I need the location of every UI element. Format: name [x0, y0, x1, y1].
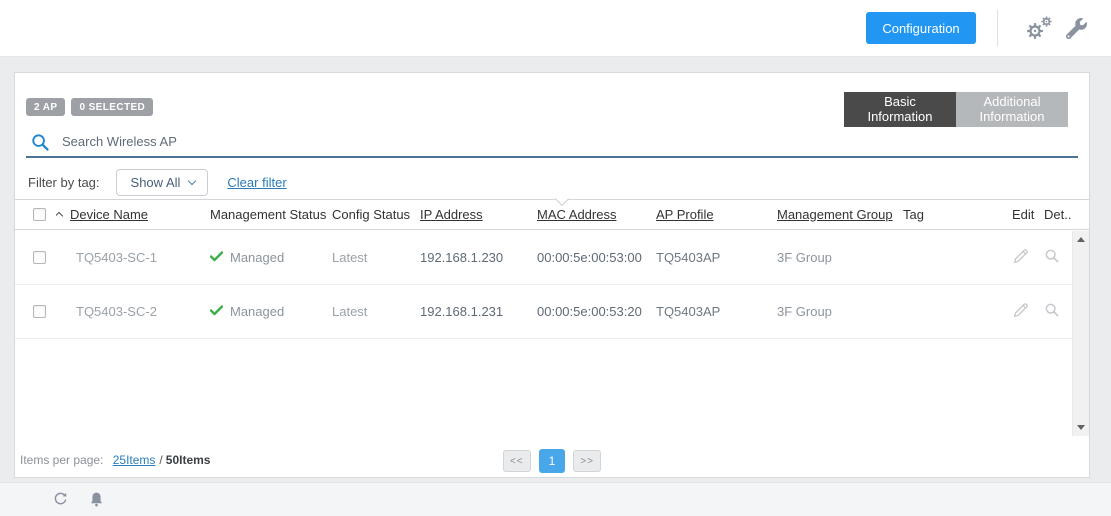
table-body: TQ5403-SC-1ManagedLatest192.168.1.23000:…: [15, 231, 1089, 436]
prev-page-button[interactable]: <<: [503, 450, 531, 472]
column-label: AP Profile: [656, 207, 714, 222]
tab-basic-information[interactable]: Basic Information: [844, 92, 956, 127]
column-header-ip_address[interactable]: IP Address: [420, 207, 537, 222]
filter-by-tag-label: Filter by tag:: [28, 175, 100, 190]
cell-config_status: Latest: [332, 250, 420, 265]
tab-additional-information[interactable]: Additional Information: [956, 92, 1068, 127]
scroll-up-arrow[interactable]: [1073, 231, 1089, 248]
vertical-scrollbar[interactable]: [1072, 231, 1089, 436]
toolbar-divider: [997, 10, 998, 46]
cell-ap_profile: TQ5403AP: [656, 304, 777, 319]
ap-count-badges: 2 AP 0 SELECTED: [26, 98, 159, 116]
details-magnifier-icon: [1044, 302, 1060, 321]
row-checkbox[interactable]: [33, 305, 46, 318]
column-label: Tag: [903, 207, 924, 222]
column-label: Det...: [1044, 207, 1072, 222]
cell-management_status: Managed: [210, 304, 332, 319]
details-magnifier-icon: [1044, 248, 1060, 267]
column-label: Config Status: [332, 207, 410, 222]
details-button[interactable]: [1044, 248, 1072, 267]
cell-device_name: TQ5403-SC-2: [56, 304, 210, 319]
cell-select: [15, 305, 56, 318]
column-header-ap_profile[interactable]: AP Profile: [656, 207, 777, 222]
column-header-select: [15, 208, 56, 221]
cell-management_group: 3F Group: [777, 304, 903, 319]
cell-management_group: 3F Group: [777, 250, 903, 265]
cell-select: [15, 251, 56, 264]
count-badge: 0 SELECTED: [71, 98, 153, 116]
row-checkbox[interactable]: [33, 251, 46, 264]
cell-ip_address: 192.168.1.231: [420, 304, 537, 319]
chevron-down-icon: [188, 176, 196, 184]
pagination-row: Items per page: 25Items/50Items << 1 >>: [15, 447, 1089, 477]
search-icon: [31, 133, 50, 155]
managed-check-icon: [210, 250, 223, 265]
column-header-mac_address[interactable]: MAC Address: [537, 207, 656, 222]
column-header-management_group[interactable]: Management Group: [777, 207, 903, 222]
search-input[interactable]: [62, 130, 1078, 154]
wireless-ap-panel: 2 AP 0 SELECTED Basic InformationAddition…: [14, 72, 1090, 478]
cell-device_name: TQ5403-SC-1: [56, 250, 210, 265]
scroll-down-arrow[interactable]: [1073, 419, 1089, 436]
table-row: TQ5403-SC-2 Managed Latest192.168.1.23100:…: [15, 285, 1072, 339]
details-button[interactable]: [1044, 302, 1072, 321]
column-header-config_status: Config Status: [332, 207, 420, 222]
cell-mac_address: 00:00:5e:00:53:00: [537, 250, 656, 265]
tag-filter-dropdown[interactable]: Show All: [116, 169, 209, 196]
sort-asc-icon: [56, 212, 63, 220]
refresh-icon[interactable]: [52, 491, 69, 511]
column-label: Management Group: [777, 207, 893, 222]
cell-management_status: Managed: [210, 250, 332, 265]
edit-button[interactable]: [1012, 301, 1044, 322]
pager: << 1 >>: [15, 449, 1089, 473]
status-text: Managed: [230, 304, 284, 319]
clear-filter-link[interactable]: Clear filter: [227, 175, 286, 190]
table-row: TQ5403-SC-1 Managed Latest192.168.1.23000:…: [15, 231, 1072, 285]
dropdown-value: Show All: [131, 175, 181, 190]
header-notch: [555, 192, 569, 206]
cell-ap_profile: TQ5403AP: [656, 250, 777, 265]
edit-button[interactable]: [1012, 247, 1044, 268]
edit-pencil-icon: [1012, 247, 1030, 268]
gear-small-icon: [1041, 15, 1052, 30]
column-header-device_name[interactable]: Device Name: [56, 207, 210, 222]
search-bar: [26, 127, 1078, 158]
edit-pencil-icon: [1012, 301, 1030, 322]
cell-ip_address: 192.168.1.230: [420, 250, 537, 265]
column-header-edit: Edit: [1012, 207, 1044, 222]
column-label: MAC Address: [537, 207, 616, 222]
select-all-checkbox[interactable]: [33, 208, 46, 221]
column-label: IP Address: [420, 207, 483, 222]
settings-gears-icon[interactable]: [1026, 15, 1056, 43]
bottom-status-bar: [0, 482, 1111, 516]
count-badge: 2 AP: [26, 98, 65, 116]
column-header-tag: Tag: [903, 207, 1012, 222]
column-label: Management Status: [210, 207, 326, 222]
current-page-button[interactable]: 1: [539, 449, 566, 473]
configuration-button[interactable]: Configuration: [866, 12, 976, 44]
wrench-icon[interactable]: [1066, 18, 1088, 40]
info-tabs: Basic InformationAdditional Information: [844, 92, 1068, 127]
column-label: Device Name: [70, 207, 148, 222]
table-header-row: Device Name Management Status Config Statu…: [15, 199, 1089, 230]
managed-check-icon: [210, 304, 223, 319]
next-page-button[interactable]: >>: [573, 450, 601, 472]
notifications-bell-icon[interactable]: [89, 491, 104, 511]
column-header-details: Det...: [1044, 207, 1072, 222]
status-text: Managed: [230, 250, 284, 265]
column-header-management_status: Management Status: [210, 207, 332, 222]
filter-row: Filter by tag: Show All Clear filter: [28, 167, 287, 197]
column-label: Edit: [1012, 207, 1034, 222]
cell-mac_address: 00:00:5e:00:53:20: [537, 304, 656, 319]
cell-config_status: Latest: [332, 304, 420, 319]
top-toolbar: Configuration: [0, 0, 1111, 57]
